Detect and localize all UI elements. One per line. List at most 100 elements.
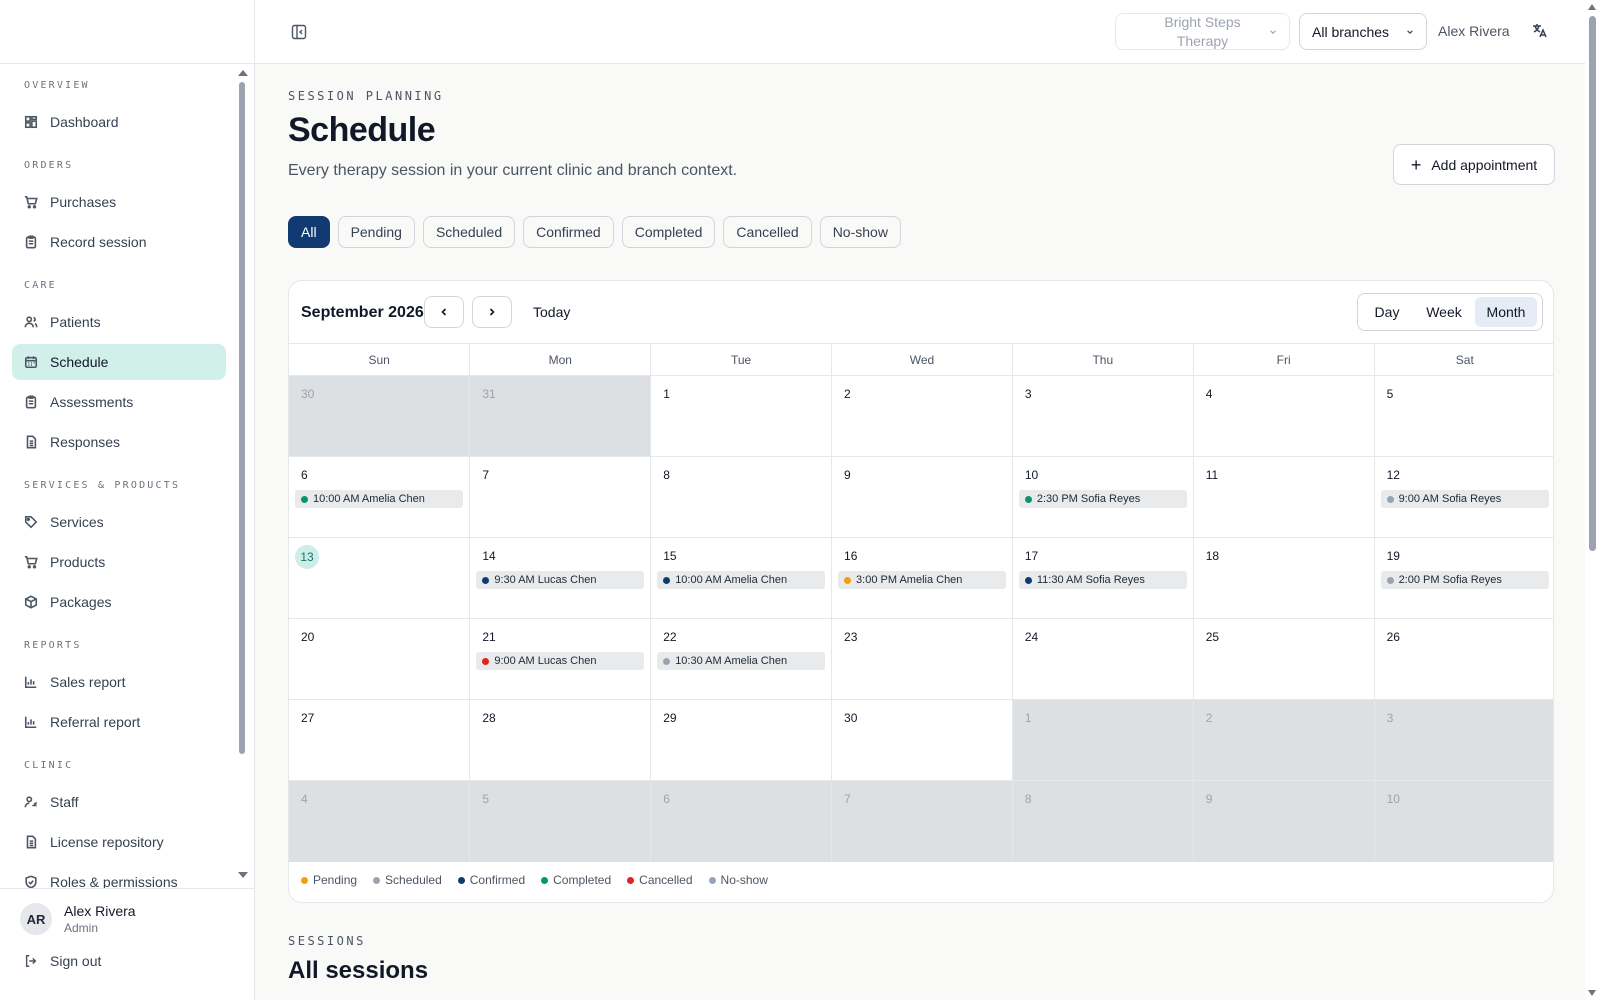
sidebar-item-sales-report[interactable]: Sales report — [12, 664, 226, 700]
prev-month-button[interactable] — [424, 296, 464, 328]
sidebar-item-products[interactable]: Products — [12, 544, 226, 580]
day-cell[interactable]: 9 — [831, 456, 1013, 538]
sidebar-item-staff[interactable]: Staff — [12, 784, 226, 820]
filter-chip-confirmed[interactable]: Confirmed — [523, 216, 614, 248]
user-profile[interactable]: AR Alex Rivera Admin — [0, 889, 254, 935]
day-cell[interactable]: 8 — [1012, 780, 1194, 862]
filter-chip-pending[interactable]: Pending — [337, 216, 415, 248]
sidebar-item-assessments[interactable]: Assessments — [12, 384, 226, 420]
view-month-button[interactable]: Month — [1475, 297, 1537, 327]
translate-icon[interactable] — [1531, 22, 1549, 40]
day-cell[interactable]: 24 — [1012, 618, 1194, 700]
add-appointment-button[interactable]: + Add appointment — [1393, 144, 1555, 185]
day-cell[interactable]: 16 3:00 PM Amelia Chen — [831, 537, 1013, 619]
appointment-event[interactable]: 10:00 AM Amelia Chen — [295, 490, 464, 508]
sidebar-item-schedule[interactable]: Schedule — [12, 344, 226, 380]
day-cell[interactable]: 1 — [650, 375, 833, 457]
appointment-event[interactable]: 2:00 PM Sofia Reyes — [1380, 571, 1549, 589]
view-week-button[interactable]: Week — [1413, 297, 1475, 327]
sidebar-item-purchases[interactable]: Purchases — [12, 184, 226, 220]
sidebar-item-dashboard[interactable]: Dashboard — [12, 104, 226, 140]
sidebar-item-services[interactable]: Services — [12, 504, 226, 540]
sign-out-button[interactable]: Sign out — [0, 953, 254, 969]
day-cell[interactable]: 4 — [289, 780, 471, 862]
sidebar-item-record-session[interactable]: Record session — [12, 224, 226, 260]
day-cell[interactable]: 4 — [1193, 375, 1375, 457]
day-cell[interactable]: 7 — [469, 456, 652, 538]
today-date-number: 13 — [295, 545, 319, 569]
appointment-event[interactable]: 3:00 PM Amelia Chen — [838, 571, 1006, 589]
day-cell[interactable]: 21 9:00 AM Lucas Chen — [469, 618, 652, 700]
sidebar-item-referral-report[interactable]: Referral report — [12, 704, 226, 740]
day-cell[interactable]: 2 — [831, 375, 1013, 457]
day-cell[interactable]: 8 — [650, 456, 833, 538]
day-cell[interactable]: 5 — [1374, 375, 1553, 457]
sidebar-item-license-repository[interactable]: License repository — [12, 824, 226, 860]
day-cell[interactable]: 11 — [1193, 456, 1375, 538]
filter-chip-cancelled[interactable]: Cancelled — [723, 216, 812, 248]
view-day-button[interactable]: Day — [1361, 297, 1413, 327]
scroll-up-arrow-icon[interactable] — [238, 70, 248, 76]
clinic-select[interactable]: Bright Steps Therapy — [1115, 13, 1290, 50]
cart-icon — [24, 195, 38, 209]
day-cell[interactable]: 9 — [1193, 780, 1375, 862]
day-cell[interactable]: 30 — [289, 375, 471, 457]
day-cell[interactable]: 20 — [289, 618, 471, 700]
day-cell[interactable]: 17 11:30 AM Sofia Reyes — [1012, 537, 1194, 619]
filter-chip-scheduled[interactable]: Scheduled — [422, 216, 516, 248]
scroll-up-arrow-icon[interactable] — [1588, 4, 1596, 10]
page-scrollbar[interactable] — [1585, 0, 1600, 1000]
day-cell[interactable]: 26 — [1374, 618, 1553, 700]
sidebar-item-roles-permissions[interactable]: Roles & permissions — [12, 864, 226, 888]
sidebar-item-patients[interactable]: Patients — [12, 304, 226, 340]
appointment-event[interactable]: 9:30 AM Lucas Chen — [476, 571, 645, 589]
next-month-button[interactable] — [472, 296, 512, 328]
sidebar-scrollbar[interactable] — [238, 70, 248, 878]
day-cell[interactable]: 18 — [1193, 537, 1375, 619]
page-scrollbar-thumb[interactable] — [1589, 16, 1596, 551]
appointment-event[interactable]: 10:30 AM Amelia Chen — [657, 652, 826, 670]
scrollbar-thumb[interactable] — [239, 82, 245, 754]
day-cell[interactable]: 30 — [831, 699, 1013, 781]
branch-select[interactable]: All branches — [1299, 13, 1427, 50]
sidebar-item-responses[interactable]: Responses — [12, 424, 226, 460]
appointment-event[interactable]: 11:30 AM Sofia Reyes — [1018, 571, 1187, 589]
day-cell[interactable]: 10 2:30 PM Sofia Reyes — [1012, 456, 1194, 538]
day-cell[interactable]: 10 — [1374, 780, 1553, 862]
appointment-event[interactable]: 9:00 AM Lucas Chen — [476, 652, 645, 670]
scroll-down-arrow-icon[interactable] — [238, 872, 248, 878]
day-cell[interactable]: 14 9:30 AM Lucas Chen — [469, 537, 652, 619]
appointment-event[interactable]: 2:30 PM Sofia Reyes — [1018, 490, 1187, 508]
day-cell[interactable]: 1 — [1012, 699, 1194, 781]
day-cell[interactable]: 6 10:00 AM Amelia Chen — [289, 456, 471, 538]
appointment-event[interactable]: 10:00 AM Amelia Chen — [657, 571, 826, 589]
sidebar-toggle-icon[interactable] — [291, 24, 307, 40]
date-number: 10 — [1386, 792, 1400, 806]
day-cell[interactable]: 3 — [1012, 375, 1194, 457]
day-cell[interactable]: 19 2:00 PM Sofia Reyes — [1374, 537, 1553, 619]
day-cell[interactable]: 23 — [831, 618, 1013, 700]
scroll-down-arrow-icon[interactable] — [1588, 990, 1596, 996]
day-cell[interactable]: 5 — [469, 780, 652, 862]
day-cell[interactable]: 7 — [831, 780, 1013, 862]
day-cell[interactable]: 15 10:00 AM Amelia Chen — [650, 537, 833, 619]
day-cell[interactable]: 29 — [650, 699, 833, 781]
day-cell[interactable]: 2 — [1193, 699, 1375, 781]
filter-chip-all[interactable]: All — [288, 216, 330, 248]
sidebar-item-packages[interactable]: Packages — [12, 584, 226, 620]
header-user-name[interactable]: Alex Rivera — [1438, 23, 1510, 39]
filter-chip-no-show[interactable]: No-show — [819, 216, 901, 248]
day-cell[interactable]: 6 — [650, 780, 833, 862]
day-cell[interactable]: 13 — [289, 537, 471, 619]
weekday-header: Thu — [1012, 343, 1194, 376]
day-cell[interactable]: 25 — [1193, 618, 1375, 700]
today-button[interactable]: Today — [533, 304, 570, 320]
day-cell[interactable]: 31 — [469, 375, 652, 457]
appointment-event[interactable]: 9:00 AM Sofia Reyes — [1380, 490, 1549, 508]
day-cell[interactable]: 27 — [289, 699, 471, 781]
day-cell[interactable]: 3 — [1374, 699, 1553, 781]
day-cell[interactable]: 12 9:00 AM Sofia Reyes — [1374, 456, 1553, 538]
day-cell[interactable]: 22 10:30 AM Amelia Chen — [650, 618, 833, 700]
day-cell[interactable]: 28 — [469, 699, 652, 781]
filter-chip-completed[interactable]: Completed — [621, 216, 716, 248]
